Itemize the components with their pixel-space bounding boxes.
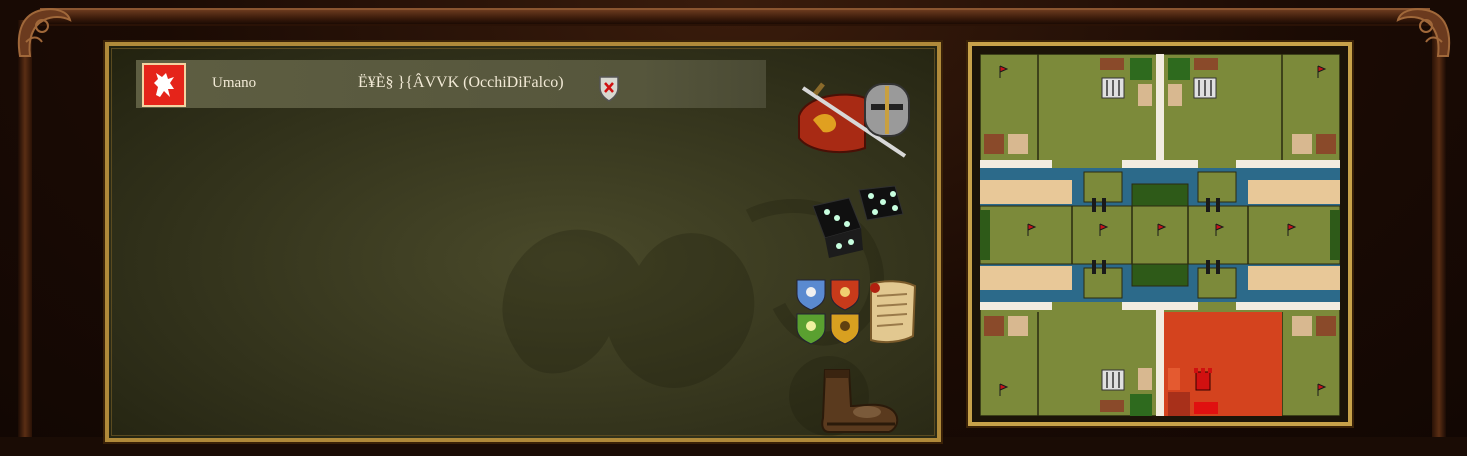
boot-icon[interactable] bbox=[815, 366, 905, 446]
player-type-label[interactable]: Umano bbox=[212, 75, 256, 92]
team-shields-icon[interactable] bbox=[795, 278, 863, 346]
castle-icon bbox=[1194, 368, 1212, 391]
players-panel: Umano Ë¥È§ }{ÂVVK (OcchiDiFalco) bbox=[103, 40, 943, 444]
map-preview-panel bbox=[966, 40, 1354, 428]
player-row[interactable]: Umano Ë¥È§ }{ÂVVK (OcchiDiFalco) bbox=[136, 60, 766, 108]
red-x-shield-icon[interactable] bbox=[598, 74, 620, 102]
player-color-emblem[interactable] bbox=[142, 63, 186, 107]
frame-right-border bbox=[1432, 20, 1446, 437]
player-name: Ë¥È§ }{ÂVVK (OcchiDiFalco) bbox=[358, 74, 564, 91]
frame-top-border bbox=[40, 8, 1430, 26]
corner-ornament bbox=[1396, 8, 1451, 57]
map-preview[interactable] bbox=[980, 54, 1340, 416]
corner-ornament bbox=[17, 8, 72, 57]
battle-helmet-sword-icon[interactable] bbox=[795, 76, 915, 166]
lion-icon bbox=[154, 73, 174, 97]
scroll-icon[interactable] bbox=[863, 278, 923, 346]
dice-icon[interactable] bbox=[809, 184, 909, 259]
frame-left-border bbox=[18, 20, 32, 437]
